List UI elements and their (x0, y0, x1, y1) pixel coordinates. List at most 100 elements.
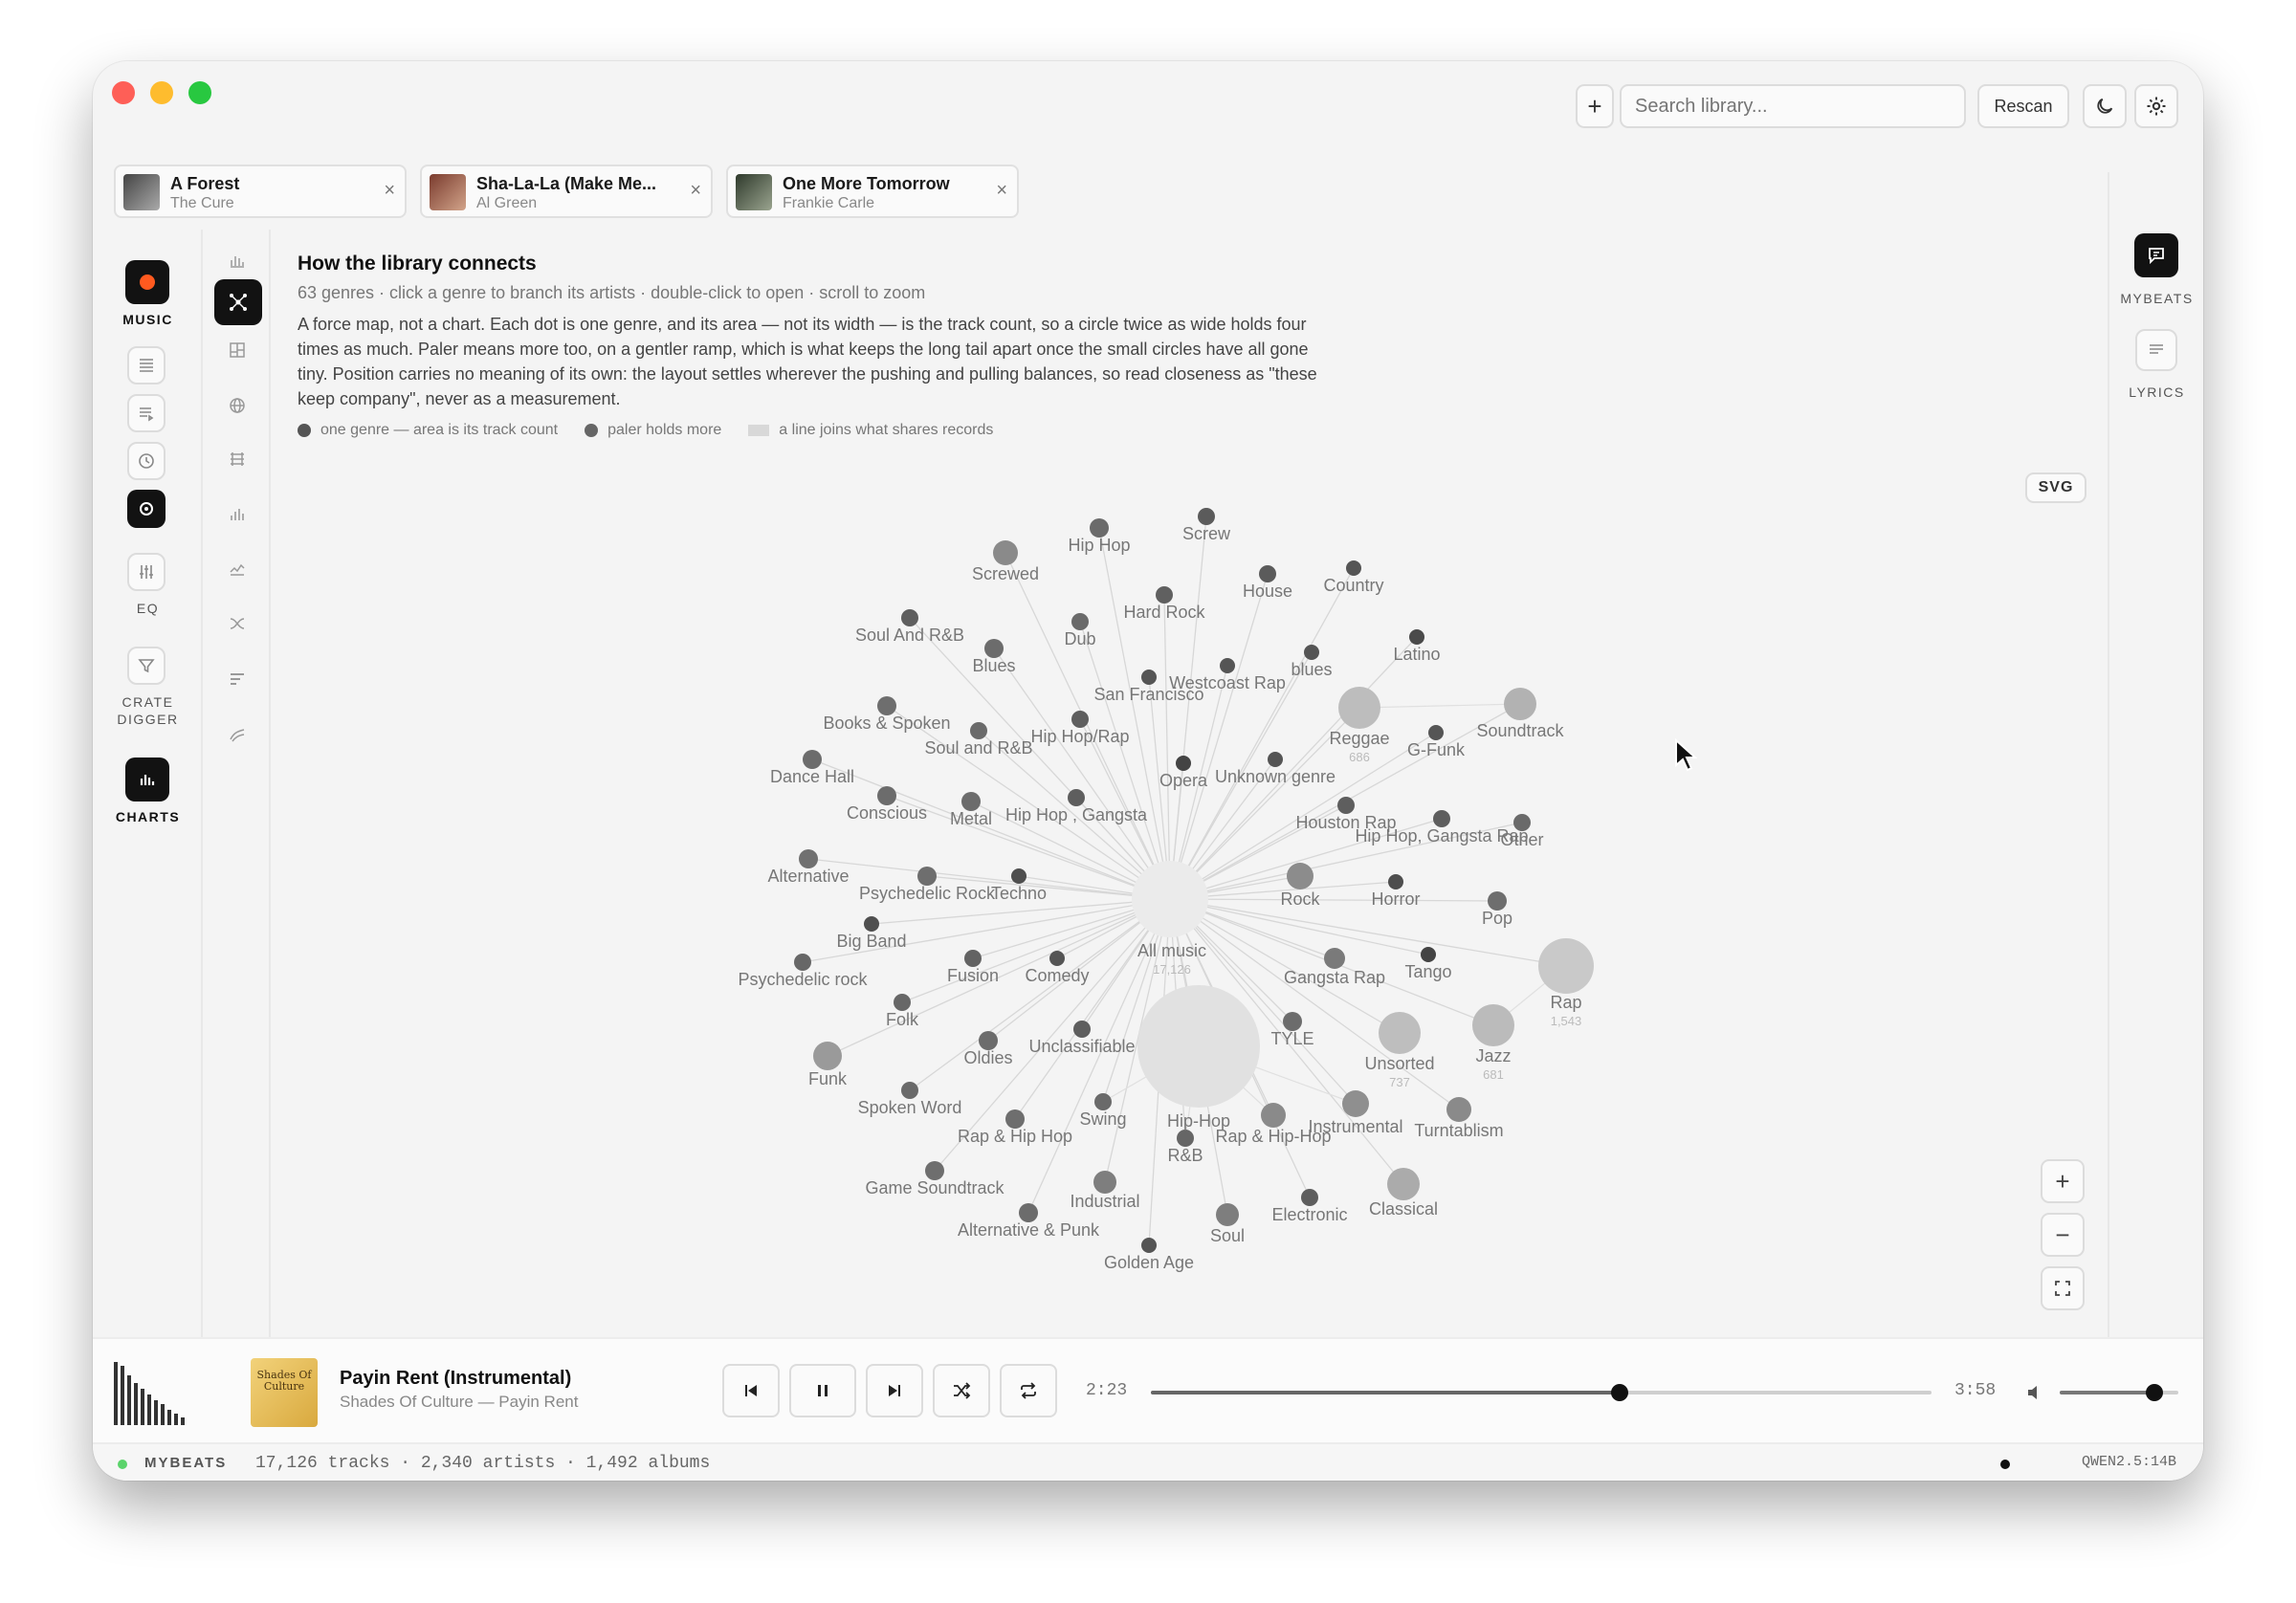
previous-button[interactable] (722, 1364, 780, 1417)
genre-node[interactable] (1504, 688, 1536, 720)
genre-node[interactable] (1433, 810, 1450, 827)
genre-label: Funk (808, 1069, 848, 1088)
genre-node[interactable] (877, 696, 896, 715)
progress-knob[interactable] (1610, 1384, 1628, 1401)
genre-node[interactable] (1177, 1130, 1194, 1147)
genre-node[interactable] (1488, 891, 1507, 911)
genre-node[interactable] (803, 750, 822, 769)
volume-icon[interactable] (2025, 1383, 2044, 1402)
genre-node[interactable] (1346, 560, 1361, 576)
genre-node[interactable] (1090, 518, 1109, 538)
genre-node[interactable] (1198, 508, 1215, 525)
genre-label: R&B (1167, 1146, 1203, 1165)
genre-node[interactable] (1176, 756, 1191, 771)
genre-node[interactable] (1283, 1012, 1302, 1031)
genre-node[interactable] (961, 792, 981, 811)
expand-icon (2055, 1281, 2070, 1296)
volume-fill (2060, 1391, 2155, 1394)
app-window: + Rescan A Forest The Cure × Sha-La-La (… (93, 61, 2203, 1481)
genre-node[interactable] (964, 950, 982, 967)
genre-node[interactable] (1338, 687, 1380, 729)
genre-label: Dance Hall (770, 767, 854, 786)
genre-label: Soul (1210, 1226, 1245, 1245)
genre-node[interactable] (970, 722, 987, 739)
genre-node[interactable] (894, 994, 911, 1011)
genre-node[interactable] (1141, 670, 1157, 685)
zoom-out-button[interactable]: − (2041, 1213, 2085, 1257)
genre-node[interactable] (1005, 1109, 1025, 1129)
genre-label: Oldies (963, 1048, 1012, 1067)
genre-node[interactable] (794, 954, 811, 971)
genre-node[interactable] (1388, 874, 1403, 889)
genre-node[interactable] (877, 786, 896, 805)
genre-node[interactable] (1073, 1021, 1091, 1038)
genre-node[interactable] (1071, 711, 1089, 728)
genre-node[interactable] (1421, 947, 1436, 962)
shuffle-button[interactable] (933, 1364, 990, 1417)
genre-node[interactable] (1220, 658, 1235, 673)
genre-node[interactable] (1071, 613, 1089, 630)
volume-slider[interactable] (2060, 1384, 2178, 1401)
genre-node[interactable] (1019, 1203, 1038, 1222)
duration-time: 3:58 (1954, 1381, 1997, 1400)
genre-node[interactable] (993, 540, 1018, 565)
skip-forward-icon (889, 1385, 900, 1396)
edge-line (1358, 703, 1521, 709)
genre-node[interactable] (1011, 868, 1027, 884)
fullscreen-button[interactable] (2041, 1266, 2085, 1310)
genre-node[interactable] (1141, 1238, 1157, 1253)
genre-label: Psychedelic Rock (859, 884, 996, 903)
genre-label: Hip Hop , Gangsta (1005, 805, 1148, 824)
genre-label: Horror (1371, 889, 1420, 909)
genre-node[interactable] (1472, 1004, 1514, 1046)
now-playing-cover[interactable]: Shades Of Culture (251, 1358, 318, 1427)
genre-node[interactable] (1216, 1203, 1239, 1226)
genre-node[interactable] (1387, 1168, 1420, 1200)
genre-node[interactable] (1409, 629, 1424, 645)
genre-node[interactable] (1094, 1093, 1112, 1110)
model-indicator (2000, 1460, 2010, 1469)
genre-label: Spoken Word (858, 1098, 962, 1117)
volume-knob[interactable] (2146, 1384, 2164, 1401)
model-name: QWEN2.5:14B (2081, 1454, 2176, 1470)
genre-node[interactable] (1093, 1171, 1116, 1194)
genre-node[interactable] (1301, 1189, 1318, 1206)
genre-label: Swing (1079, 1109, 1126, 1129)
genre-node[interactable] (1268, 752, 1283, 767)
genre-label: Soul and R&B (924, 738, 1032, 758)
genre-node[interactable] (1379, 1012, 1421, 1054)
genre-label: Latino (1393, 645, 1440, 664)
genre-node[interactable] (1137, 985, 1260, 1108)
genre-node[interactable] (1428, 725, 1444, 740)
genre-node-all-music[interactable] (1132, 861, 1208, 937)
zoom-in-button[interactable]: + (2041, 1159, 2085, 1203)
genre-node[interactable] (1156, 586, 1173, 604)
genre-node[interactable] (1287, 863, 1314, 889)
genre-node[interactable] (1049, 951, 1065, 966)
genre-node[interactable] (813, 1042, 842, 1070)
genre-node[interactable] (1261, 1103, 1286, 1128)
genre-node[interactable] (1259, 565, 1276, 582)
next-button[interactable] (866, 1364, 923, 1417)
genre-node[interactable] (1068, 789, 1085, 806)
progress-slider[interactable] (1151, 1384, 1932, 1401)
genre-node[interactable] (799, 849, 818, 868)
genre-node[interactable] (984, 639, 1004, 658)
genre-node[interactable] (925, 1161, 944, 1180)
genre-node[interactable] (979, 1031, 998, 1050)
pause-button[interactable] (789, 1364, 856, 1417)
genre-node[interactable] (1324, 948, 1345, 969)
repeat-button[interactable] (1000, 1364, 1057, 1417)
genre-node[interactable] (1304, 645, 1319, 660)
genre-node[interactable] (1538, 938, 1594, 994)
genre-node[interactable] (864, 916, 879, 932)
genre-node[interactable] (1446, 1097, 1471, 1122)
genre-label: TYLE (1270, 1029, 1314, 1048)
genre-label: Alternative (767, 867, 849, 886)
genre-node[interactable] (1342, 1090, 1369, 1117)
genre-network-graph[interactable]: All music 17,126 Hip Hop Screw Screwed House C… (93, 61, 2203, 1337)
genre-node[interactable] (1337, 797, 1355, 814)
genre-node[interactable] (901, 609, 918, 626)
genre-node[interactable] (901, 1082, 918, 1099)
genre-node[interactable] (917, 867, 937, 886)
